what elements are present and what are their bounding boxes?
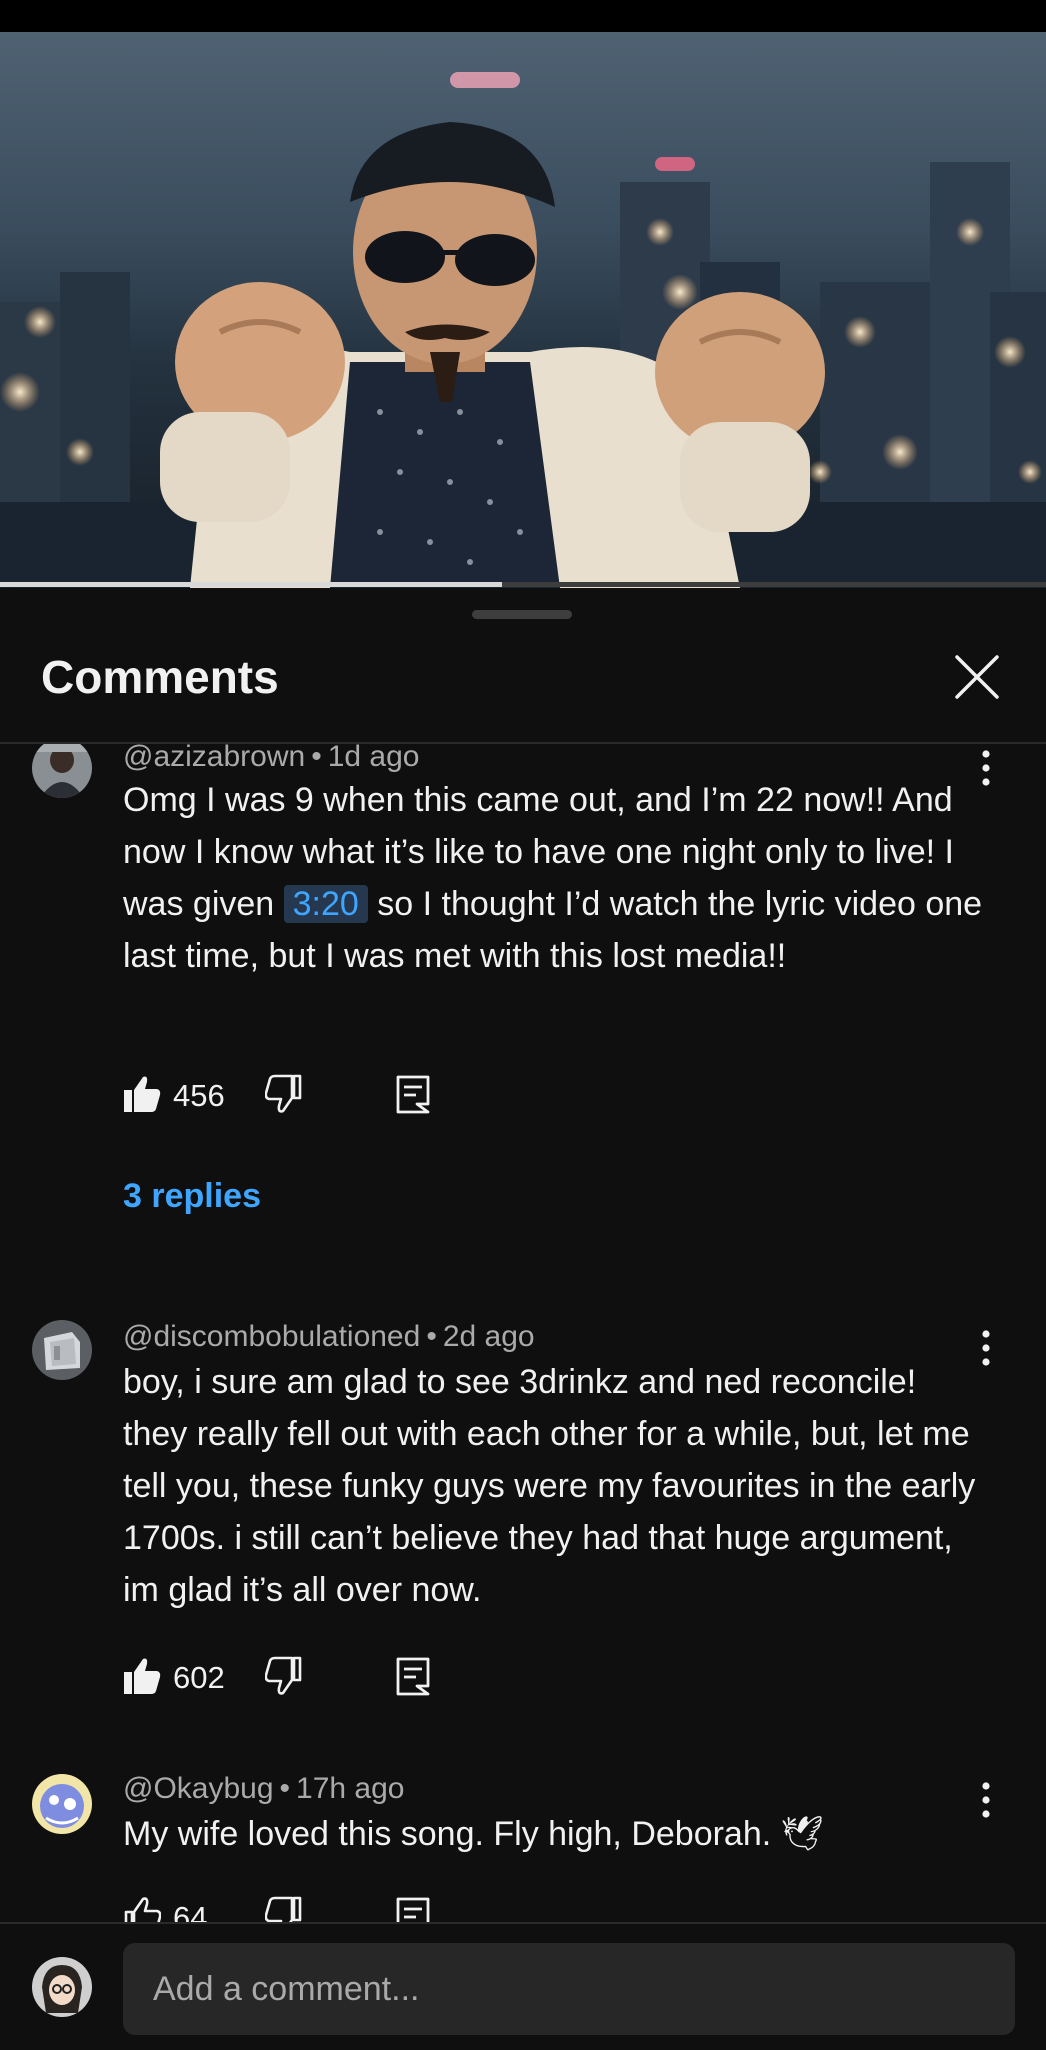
comment-meta: @discombobulationed • 2d ago: [123, 1320, 535, 1353]
video-player[interactable]: [0, 32, 1046, 588]
comment-text: boy, i sure am glad to see 3drinkz and n…: [123, 1363, 976, 1609]
comment-author[interactable]: @azizabrown: [123, 744, 305, 773]
comment-meta: @Okaybug • 17h ago: [123, 1772, 405, 1805]
view-replies-button[interactable]: 3 replies: [123, 1177, 261, 1216]
dislike-button[interactable]: [264, 1656, 303, 1701]
comments-list[interactable]: @azizabrown • 1d ago Omg I was 9 when this…: [0, 744, 1046, 1922]
like-button[interactable]: 602: [123, 1656, 225, 1701]
comment-time: 1d ago: [327, 744, 420, 773]
user-avatar[interactable]: [32, 1957, 92, 2017]
like-count: 64: [173, 1900, 208, 1922]
reply-button[interactable]: [395, 1896, 431, 1922]
panel-title: Comments: [41, 651, 279, 703]
avatar[interactable]: [32, 1320, 92, 1380]
thumb-down-icon: [264, 1074, 302, 1113]
drag-handle[interactable]: [472, 610, 572, 619]
thumb-up-icon: [124, 1076, 161, 1112]
comment-composer: [0, 1922, 1046, 2050]
avatar[interactable]: [32, 744, 92, 798]
comment-text-part: My wife loved this song. Fly high, Debor…: [123, 1815, 772, 1853]
video-progress-bar[interactable]: [0, 582, 1046, 587]
thumb-up-icon: [124, 1897, 162, 1922]
like-button[interactable]: 64: [123, 1896, 207, 1922]
comments-panel: Comments @azizabrown • 1d ago Omg I was 9 …: [0, 588, 1046, 2048]
comment-time: 17h ago: [296, 1772, 405, 1805]
thumb-up-icon: [124, 1658, 161, 1694]
comment-reply-icon: [396, 1075, 430, 1114]
dislike-button[interactable]: [264, 1896, 303, 1922]
comment-author[interactable]: @discombobulationed: [123, 1320, 420, 1353]
thumb-down-icon: [264, 1896, 302, 1922]
comment-reply-icon: [396, 1897, 430, 1922]
close-button[interactable]: [952, 652, 1002, 702]
comment-text: Omg I was 9 when this came out, and I’m …: [123, 774, 983, 982]
comment-text: My wife loved this song. Fly high, Debor…: [123, 1808, 983, 1860]
reply-button[interactable]: [395, 1074, 431, 1119]
video-progress-fill: [0, 582, 503, 587]
dislike-button[interactable]: [264, 1074, 303, 1119]
reply-button[interactable]: [395, 1656, 431, 1701]
comment-author[interactable]: @Okaybug: [123, 1772, 274, 1805]
status-bar: [0, 0, 1046, 32]
close-icon: [955, 655, 999, 699]
comment-time: 2d ago: [442, 1320, 535, 1353]
thumb-down-icon: [264, 1656, 302, 1695]
comment-reply-icon: [396, 1657, 430, 1696]
add-comment-input[interactable]: [123, 1943, 1015, 2035]
avatar[interactable]: [32, 1774, 92, 1834]
comment-meta: @azizabrown • 1d ago: [123, 744, 419, 774]
dove-emoji: 🕊: [780, 1815, 824, 1853]
like-count: 456: [173, 1078, 225, 1113]
like-count: 602: [173, 1660, 225, 1695]
video-frame: [0, 72, 1046, 588]
like-button[interactable]: 456: [123, 1074, 225, 1119]
timestamp-link[interactable]: 3:20: [283, 885, 368, 923]
